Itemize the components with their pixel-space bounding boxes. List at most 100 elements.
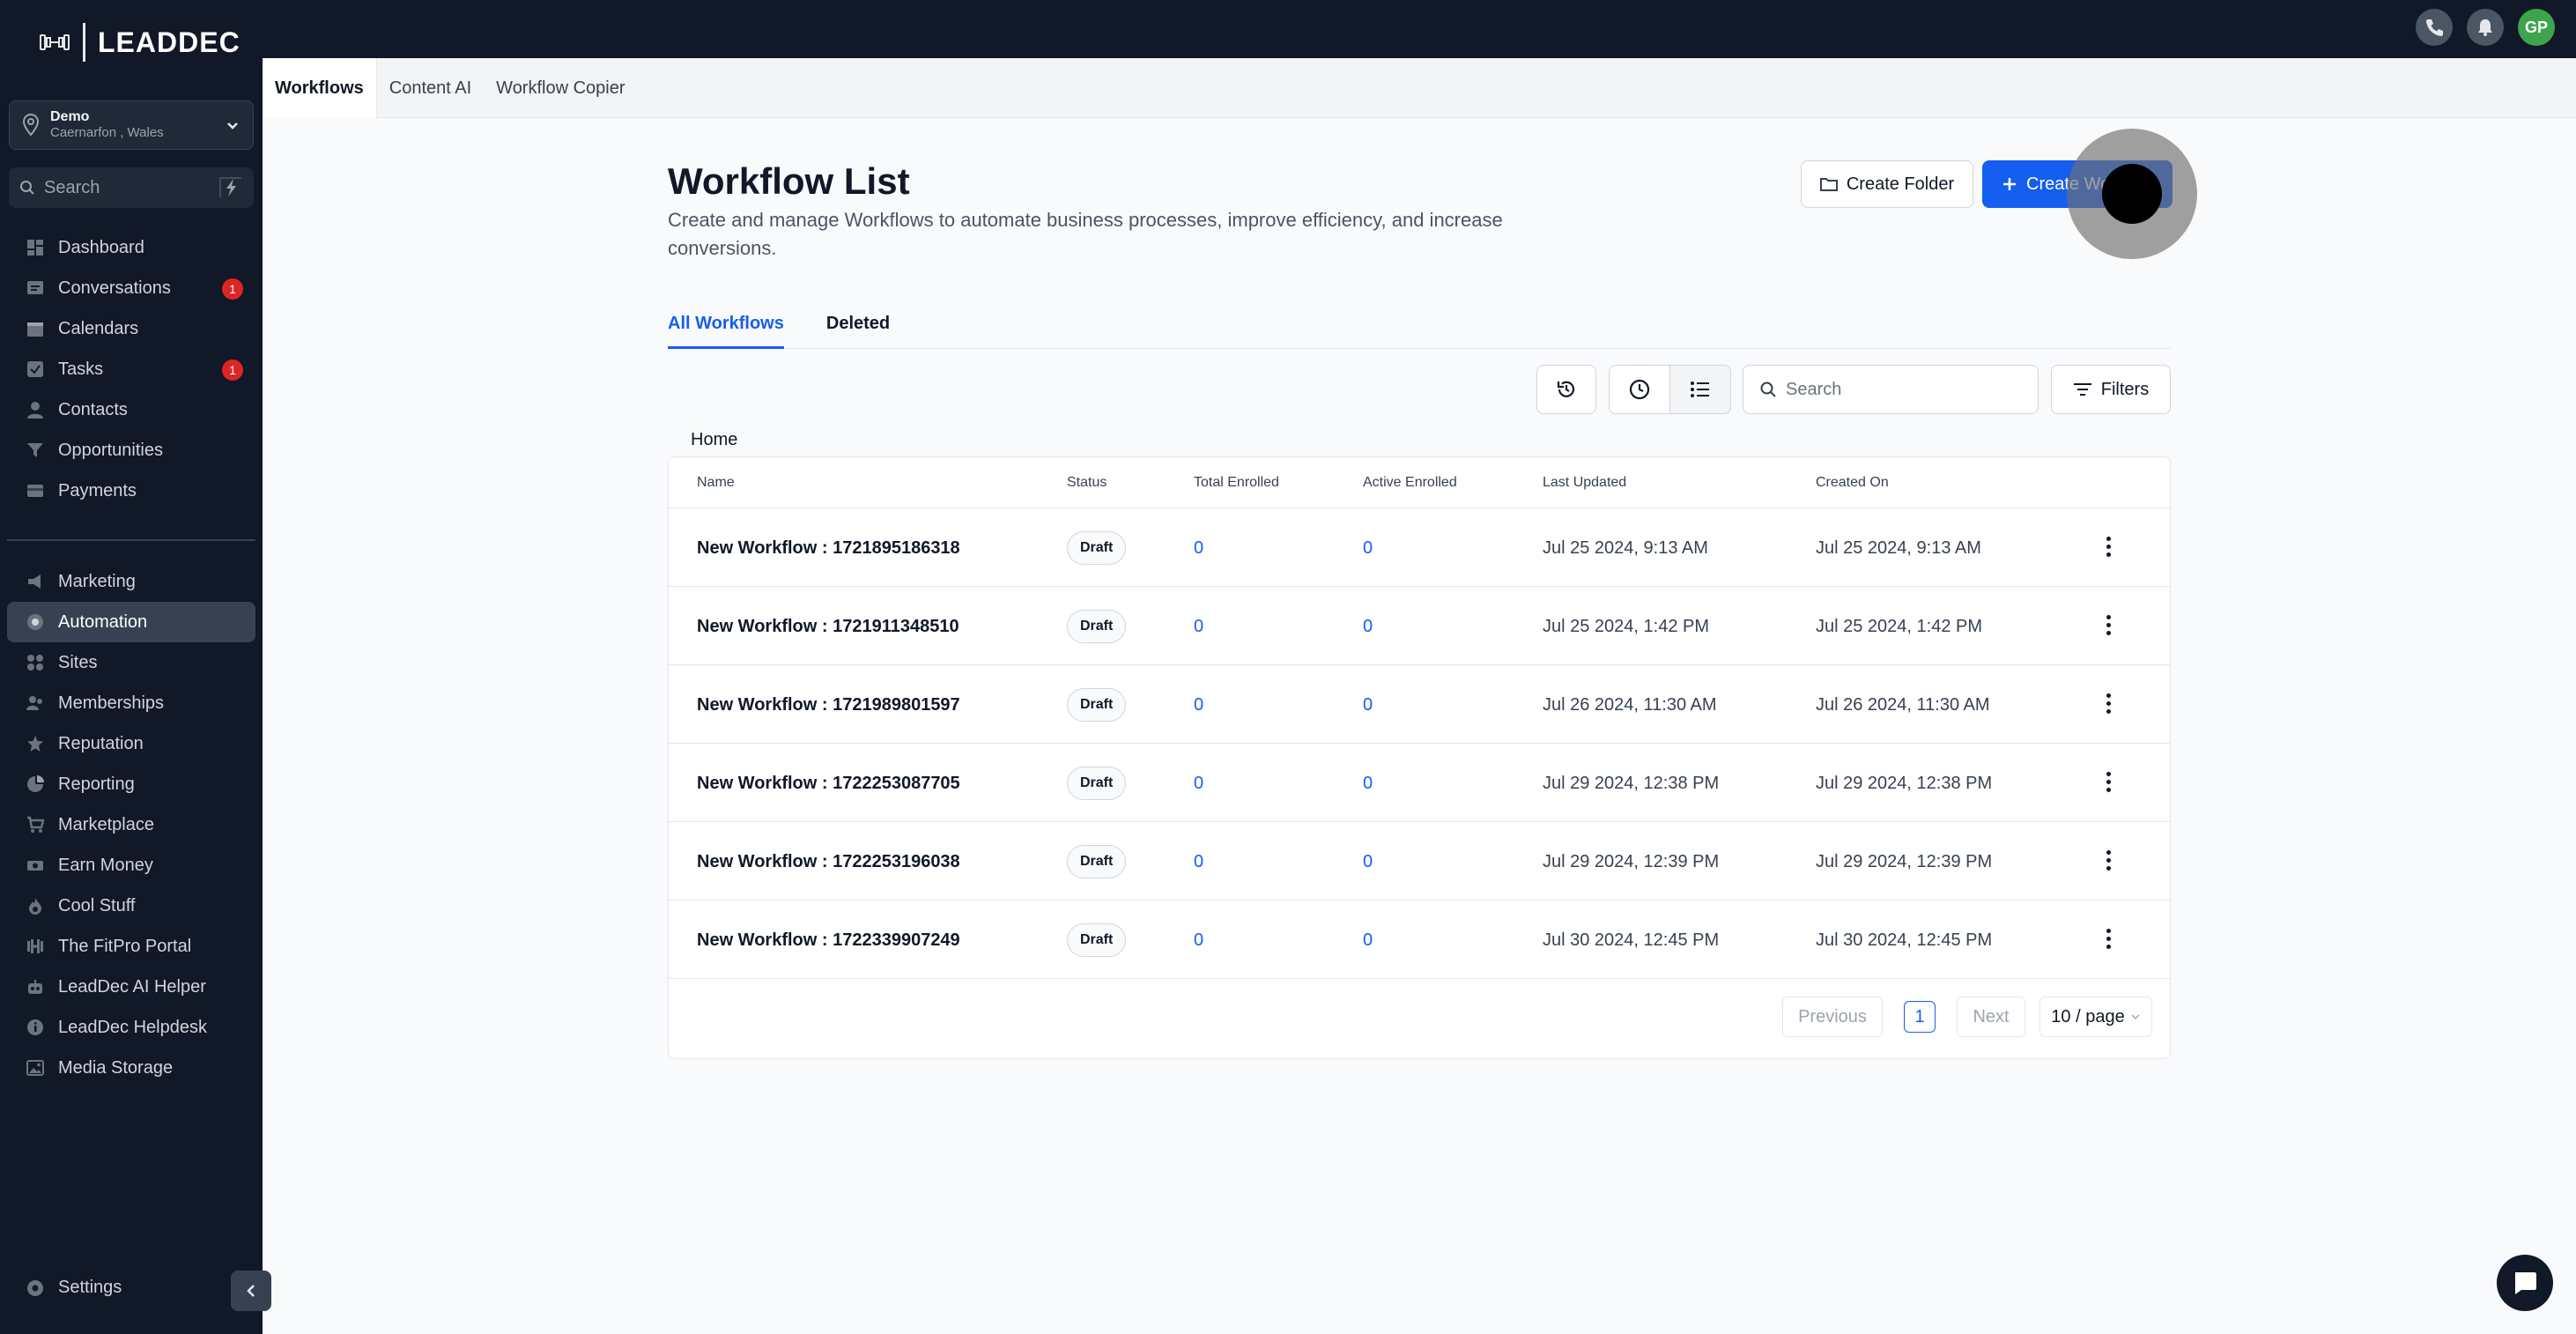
history-button[interactable]: [1536, 365, 1596, 414]
more-options-icon[interactable]: [2099, 768, 2117, 797]
workflow-name[interactable]: New Workflow : 1722253196038: [697, 852, 960, 872]
total-enrolled[interactable]: 0: [1194, 695, 1203, 715]
workflow-subtabs: All Workflows Deleted: [668, 308, 2171, 349]
created-on: Jul 25 2024, 9:13 AM: [1816, 538, 1981, 558]
more-options-icon[interactable]: [2099, 925, 2117, 953]
sidebar-item-label: Sites: [58, 652, 98, 672]
total-enrolled[interactable]: 0: [1194, 617, 1203, 637]
more-options-icon[interactable]: [2099, 533, 2117, 561]
active-enrolled[interactable]: 0: [1363, 538, 1373, 559]
tab-deleted[interactable]: Deleted: [826, 308, 890, 349]
workflow-name[interactable]: New Workflow : 1721895186318: [697, 538, 960, 559]
sidebar-item-reporting[interactable]: Reporting: [7, 764, 255, 804]
table-row[interactable]: New Workflow : 1722253087705 Draft 0 0 J…: [669, 744, 2170, 822]
unread-badge: 1: [222, 278, 243, 300]
location-switcher[interactable]: Demo Caernarfon , Wales: [9, 100, 254, 150]
sidebar-item-automation[interactable]: Automation: [7, 602, 255, 642]
dumbbell-icon: [27, 939, 43, 953]
search-input[interactable]: [1786, 379, 2015, 400]
sidebar-item-media-storage[interactable]: Media Storage: [7, 1048, 255, 1088]
table-row[interactable]: New Workflow : 1721989801597 Draft 0 0 J…: [669, 665, 2170, 744]
sidebar-item-sites[interactable]: Sites: [7, 642, 255, 683]
breadcrumb[interactable]: Home: [691, 430, 737, 450]
sidebar-item-settings[interactable]: Settings: [26, 1278, 122, 1298]
search-icon: [1760, 382, 1776, 397]
column-total-enrolled[interactable]: Total Enrolled: [1194, 475, 1279, 491]
lightning-icon[interactable]: [218, 176, 243, 199]
active-enrolled[interactable]: 0: [1363, 852, 1373, 872]
sidebar-item-ai-helper[interactable]: LeadDec AI Helper: [7, 967, 255, 1007]
tab-workflows[interactable]: Workflows: [263, 58, 377, 118]
sidebar-item-earn-money[interactable]: Earn Money: [7, 845, 255, 886]
column-name[interactable]: Name: [697, 475, 735, 491]
avatar[interactable]: GP: [2518, 9, 2555, 46]
active-enrolled[interactable]: 0: [1363, 617, 1373, 637]
column-status[interactable]: Status: [1067, 475, 1107, 491]
more-options-icon[interactable]: [2099, 847, 2117, 875]
sidebar-item-tasks[interactable]: Tasks 1: [7, 349, 255, 389]
star-icon: [27, 736, 43, 752]
sidebar-item-marketing[interactable]: Marketing: [7, 561, 255, 602]
more-options-icon[interactable]: [2099, 611, 2117, 640]
create-folder-button[interactable]: Create Folder: [1801, 160, 1973, 208]
phone-button[interactable]: [2416, 9, 2453, 46]
sidebar-item-conversations[interactable]: Conversations 1: [7, 268, 255, 308]
filters-button[interactable]: Filters: [2051, 365, 2171, 414]
sidebar-item-memberships[interactable]: Memberships: [7, 683, 255, 723]
sidebar-item-calendars[interactable]: Calendars: [7, 308, 255, 349]
sidebar-item-fitpro-portal[interactable]: The FitPro Portal: [7, 926, 255, 967]
chevron-left-icon: [247, 1285, 255, 1297]
sidebar-item-cool-stuff[interactable]: Cool Stuff: [7, 886, 255, 926]
sidebar-collapse-button[interactable]: [231, 1271, 271, 1311]
last-updated: Jul 25 2024, 1:42 PM: [1543, 617, 1710, 636]
table-row[interactable]: New Workflow : 1721911348510 Draft 0 0 J…: [669, 587, 2170, 665]
total-enrolled[interactable]: 0: [1194, 538, 1203, 559]
workflow-name[interactable]: New Workflow : 1722339907249: [697, 930, 960, 951]
list-view-button[interactable]: [1669, 365, 1731, 414]
next-page-button[interactable]: Next: [1957, 997, 2025, 1037]
list-icon: [1691, 382, 1709, 397]
total-enrolled[interactable]: 0: [1194, 774, 1203, 794]
sidebar-item-payments[interactable]: Payments: [7, 471, 255, 511]
sidebar-item-opportunities[interactable]: Opportunities: [7, 430, 255, 471]
sidebar-item-label: Reputation: [58, 733, 144, 753]
table-row[interactable]: New Workflow : 1721895186318 Draft 0 0 J…: [669, 508, 2170, 587]
workflow-name[interactable]: New Workflow : 1721911348510: [697, 617, 959, 637]
sidebar-item-dashboard[interactable]: Dashboard: [7, 227, 255, 268]
sidebar-item-marketplace[interactable]: Marketplace: [7, 804, 255, 845]
brand-logo[interactable]: LEADDEC: [39, 23, 241, 62]
workflow-name[interactable]: New Workflow : 1721989801597: [697, 695, 960, 715]
sidebar-item-helpdesk[interactable]: LeadDec Helpdesk: [7, 1007, 255, 1048]
clock-icon: [1629, 379, 1650, 400]
tab-workflow-copier[interactable]: Workflow Copier: [484, 58, 637, 118]
chat-widget-button[interactable]: [2497, 1255, 2553, 1311]
more-options-icon[interactable]: [2099, 690, 2117, 718]
column-created-on[interactable]: Created On: [1816, 475, 1889, 491]
active-enrolled[interactable]: 0: [1363, 774, 1373, 794]
previous-page-button[interactable]: Previous: [1782, 997, 1883, 1037]
click-indicator: [2102, 164, 2162, 224]
total-enrolled[interactable]: 0: [1194, 930, 1203, 951]
page-size-select[interactable]: 10 / page: [2039, 997, 2152, 1037]
tab-all-workflows[interactable]: All Workflows: [668, 308, 784, 349]
active-enrolled[interactable]: 0: [1363, 930, 1373, 951]
total-enrolled[interactable]: 0: [1194, 852, 1203, 872]
workflow-search[interactable]: [1743, 365, 2039, 414]
active-enrolled[interactable]: 0: [1363, 695, 1373, 715]
page-number[interactable]: 1: [1904, 1001, 1936, 1033]
sidebar-item-label: Media Storage: [58, 1057, 174, 1078]
column-last-updated[interactable]: Last Updated: [1543, 475, 1626, 491]
sidebar-search[interactable]: Search: [9, 167, 254, 208]
column-active-enrolled[interactable]: Active Enrolled: [1363, 475, 1457, 491]
sidebar-item-reputation[interactable]: Reputation: [7, 723, 255, 764]
workflow-name[interactable]: New Workflow : 1722253087705: [697, 774, 960, 794]
recent-view-button[interactable]: [1609, 365, 1670, 414]
chevron-down-icon: [227, 122, 238, 130]
sidebar-item-contacts[interactable]: Contacts: [7, 389, 255, 430]
notifications-button[interactable]: [2467, 9, 2504, 46]
sidebar-item-label: Settings: [58, 1278, 122, 1297]
table-row[interactable]: New Workflow : 1722339907249 Draft 0 0 J…: [669, 900, 2170, 979]
created-on: Jul 25 2024, 1:42 PM: [1816, 617, 1983, 636]
table-row[interactable]: New Workflow : 1722253196038 Draft 0 0 J…: [669, 822, 2170, 900]
tab-content-ai[interactable]: Content AI: [377, 58, 484, 118]
